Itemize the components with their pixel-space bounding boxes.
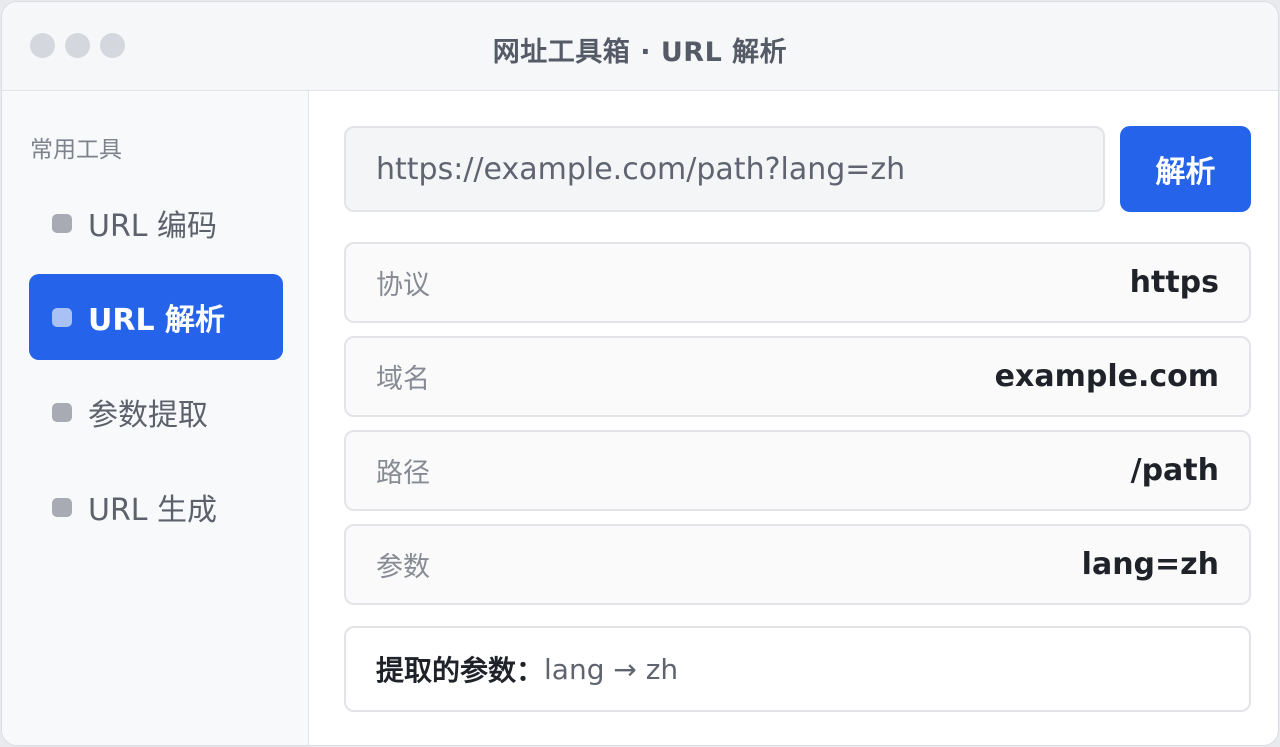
sidebar: 常用工具 URL 编码 URL 解析 参数提取 URL 生成: [2, 91, 309, 745]
sidebar-item-label: 参数提取: [88, 398, 208, 433]
field-label: 协议: [376, 270, 430, 301]
nav-bullet-icon: [52, 497, 72, 517]
field-value: https: [1129, 265, 1219, 300]
main-panel: 解析 协议 https 域名 example.com 路径 /path 参数 l…: [310, 91, 1278, 745]
field-row-domain: 域名 example.com: [344, 336, 1251, 417]
field-label: 域名: [376, 364, 430, 395]
sidebar-heading: 常用工具: [30, 137, 122, 163]
sidebar-item-param-extract[interactable]: 参数提取: [29, 369, 283, 455]
app-window: 网址工具箱 · URL 解析 常用工具 URL 编码 URL 解析 参数提取 U…: [1, 1, 1279, 746]
field-label: 参数: [376, 552, 430, 583]
field-value: /path: [1130, 453, 1219, 488]
sidebar-item-label: URL 解析: [88, 303, 226, 338]
field-row-params: 参数 lang=zh: [344, 524, 1251, 605]
nav-bullet-icon: [52, 213, 72, 233]
extracted-params-box: 提取的参数： lang → zh: [344, 626, 1251, 712]
extracted-params-label: 提取的参数：: [376, 654, 545, 687]
url-input[interactable]: [344, 126, 1105, 212]
sidebar-item-url-parse[interactable]: URL 解析: [29, 274, 283, 360]
nav-bullet-icon: [52, 307, 72, 327]
sidebar-item-url-generate[interactable]: URL 生成: [29, 464, 283, 550]
nav-bullet-icon: [52, 402, 72, 422]
title-bar: 网址工具箱 · URL 解析: [2, 2, 1278, 91]
extracted-params-value: lang → zh: [544, 652, 679, 686]
sidebar-item-label: URL 生成: [88, 493, 218, 528]
field-row-path: 路径 /path: [344, 430, 1251, 511]
sidebar-item-label: URL 编码: [88, 209, 218, 244]
field-value: lang=zh: [1081, 547, 1219, 582]
window-title: 网址工具箱 · URL 解析: [492, 37, 788, 68]
field-value: example.com: [994, 359, 1219, 394]
field-label: 路径: [376, 458, 430, 489]
field-row-protocol: 协议 https: [344, 242, 1251, 323]
parse-button[interactable]: 解析: [1120, 126, 1251, 212]
sidebar-item-url-encode[interactable]: URL 编码: [29, 180, 283, 266]
